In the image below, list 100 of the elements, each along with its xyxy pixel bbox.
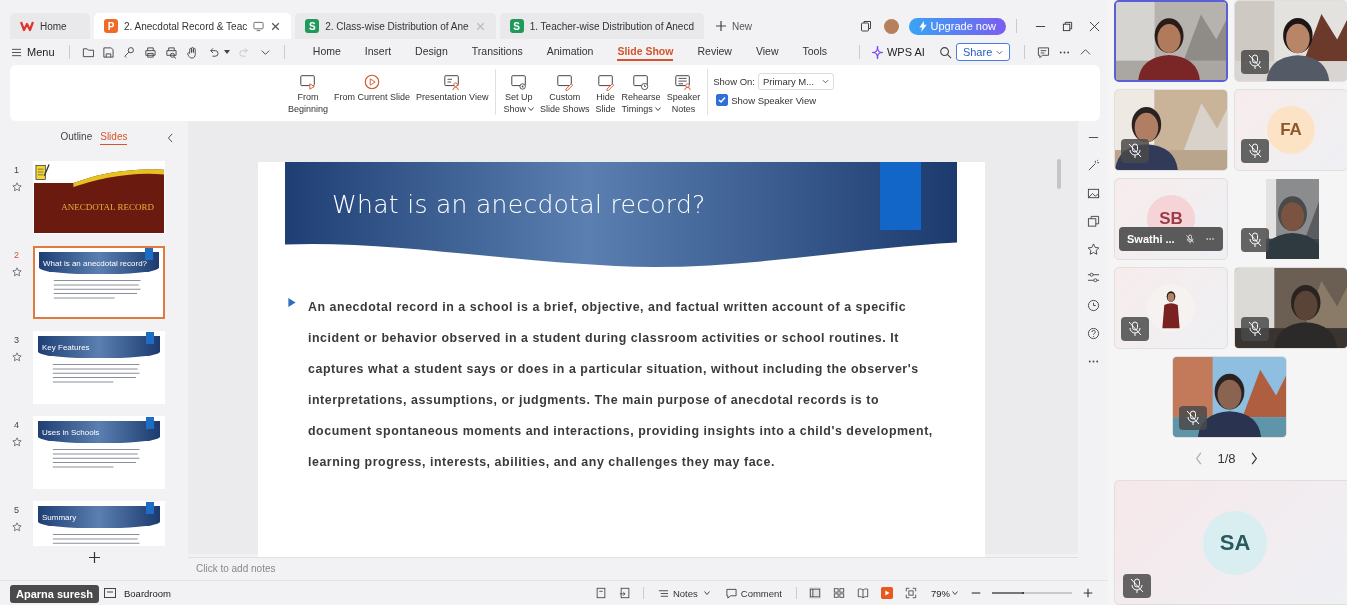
- slide-number: 4: [14, 420, 19, 430]
- file-type-icon: S: [509, 19, 524, 33]
- file-type-icon: S: [305, 19, 320, 33]
- slide-thumbnail[interactable]: Uses in Schools: [33, 416, 165, 489]
- star-icon[interactable]: [11, 352, 22, 362]
- star-icon[interactable]: [11, 522, 22, 532]
- slide-thumbnail[interactable]: What is an anecdotal record?: [33, 246, 165, 319]
- accent-bar: [145, 248, 153, 260]
- menu-button[interactable]: Menu: [12, 46, 55, 58]
- restore-icon[interactable]: [1062, 20, 1073, 32]
- slide-thumbnail[interactable]: Key Features: [33, 331, 165, 404]
- ribbon-button[interactable]: Custom Slide Shows: [538, 73, 592, 115]
- image-icon[interactable]: [1086, 187, 1100, 200]
- account-avatar[interactable]: [883, 18, 899, 34]
- show-on-label: Show On:: [713, 76, 755, 87]
- panel-tab[interactable]: Slides: [100, 131, 128, 145]
- notes-page-icon[interactable]: [594, 587, 607, 599]
- copy-icon[interactable]: [1086, 215, 1100, 228]
- ribbon-tab[interactable]: View: [755, 45, 779, 61]
- ribbon-tab[interactable]: Home: [312, 45, 341, 61]
- screen-pen-icon: [555, 73, 574, 91]
- play-circle-icon: [363, 73, 382, 91]
- document-tab[interactable]: S 2. Class-wise Distribution of Ane: [295, 13, 496, 39]
- magic-wand-icon[interactable]: [1086, 159, 1100, 172]
- add-slide-icon[interactable]: [88, 552, 100, 563]
- caret-icon: [822, 79, 830, 84]
- folder-icon[interactable]: [81, 45, 95, 59]
- presenter-name: Aparna suresh: [10, 585, 100, 603]
- ribbon-button[interactable]: Speaker Notes: [664, 73, 703, 115]
- print-preview-icon[interactable]: [165, 45, 179, 59]
- ribbon-button[interactable]: From Current Slide: [332, 73, 413, 104]
- comment-button[interactable]: Comment: [717, 587, 790, 599]
- grid-view-icon[interactable]: [833, 587, 845, 599]
- star-icon[interactable]: [11, 437, 22, 447]
- ribbon-button[interactable]: Hide Slide: [593, 73, 618, 115]
- document-tab[interactable]: S 1. Teacher-wise Distribution of Anecd: [499, 13, 704, 39]
- monitor-dropdown[interactable]: Primary M...: [757, 73, 835, 90]
- caret-icon: [996, 49, 1004, 55]
- close-icon[interactable]: [1089, 20, 1100, 32]
- scrollbar[interactable]: [1057, 159, 1061, 189]
- ribbon-tab[interactable]: Design: [415, 45, 448, 61]
- wps-ai-button[interactable]: WPS AI: [872, 45, 925, 59]
- share-button[interactable]: Share: [955, 43, 1011, 61]
- sparkle-icon: [872, 45, 883, 59]
- ribbon-button[interactable]: Presentation View: [414, 73, 491, 104]
- zoom-in-icon[interactable]: [1082, 587, 1094, 599]
- ribbon-button[interactable]: Set Up Show: [501, 73, 536, 115]
- normal-view-icon[interactable]: [809, 587, 821, 599]
- new-tab-button[interactable]: New: [716, 20, 752, 32]
- ribbon-tab[interactable]: Transitions: [471, 45, 523, 61]
- fit-window-icon[interactable]: [905, 587, 917, 599]
- help-icon[interactable]: [1086, 327, 1100, 340]
- tab-label: 2. Anecdotal Record & Teac: [124, 20, 248, 32]
- zoom-level[interactable]: 79%: [931, 587, 958, 599]
- close-icon[interactable]: [270, 20, 282, 32]
- ribbon-tab[interactable]: Slide Show: [617, 45, 674, 61]
- slide-thumbnail[interactable]: ANECDOTAL RECORD: [33, 161, 165, 234]
- ribbon-tab[interactable]: Review: [697, 45, 732, 61]
- upgrade-button[interactable]: Upgrade now: [908, 17, 1006, 35]
- thumbnail-title: ANECDOTAL RECORD: [61, 202, 154, 212]
- speaker-view-checkbox[interactable]: Show Speaker View: [716, 94, 835, 106]
- screen-clock-icon: [632, 73, 651, 91]
- ribbon-tab[interactable]: Insert: [364, 45, 392, 61]
- key-icon[interactable]: [123, 45, 137, 59]
- search-icon[interactable]: [938, 45, 952, 59]
- participant-tile[interactable]: FA: [1234, 89, 1347, 171]
- comment-icon: [725, 587, 737, 599]
- plus-icon: [716, 21, 726, 31]
- next-page-icon[interactable]: [1249, 451, 1258, 465]
- copy-window-icon[interactable]: [859, 20, 872, 32]
- ribbon-button[interactable]: From Beginning: [286, 73, 331, 115]
- theme-name: Boardroom: [124, 587, 171, 599]
- document-tab[interactable]: Home: [10, 13, 90, 39]
- menu-icon: [12, 47, 21, 57]
- fit-slide-icon[interactable]: [618, 587, 631, 599]
- ribbon-button[interactable]: Rehearse Timings: [619, 73, 663, 115]
- collapse-panel-icon[interactable]: [167, 133, 174, 143]
- save-icon[interactable]: [102, 45, 116, 59]
- participant-tile[interactable]: SB Swathi ...: [1114, 178, 1228, 260]
- history-icon[interactable]: [1086, 299, 1100, 312]
- ribbon-tab[interactable]: Tools: [802, 45, 827, 61]
- comment-icon[interactable]: [1037, 45, 1051, 59]
- participant-tile[interactable]: SA: [1114, 480, 1347, 605]
- play-button[interactable]: [881, 587, 893, 599]
- star-icon[interactable]: [11, 267, 22, 277]
- slide-number: 1: [14, 165, 19, 175]
- slide-title: What is an anecdotal record?: [332, 189, 706, 219]
- star-icon[interactable]: [11, 182, 22, 192]
- sliders-icon[interactable]: [1086, 271, 1100, 284]
- file-type-icon: P: [104, 19, 118, 33]
- panel-tab[interactable]: Outline: [60, 131, 93, 145]
- monitor-icon[interactable]: [253, 20, 265, 32]
- reading-view-icon[interactable]: [857, 587, 869, 599]
- slide-thumbnail[interactable]: Summary: [33, 501, 165, 546]
- ribbon-tab[interactable]: Animation: [546, 45, 594, 61]
- print-icon[interactable]: [144, 45, 158, 59]
- caret-icon[interactable]: [224, 50, 230, 54]
- notes-button[interactable]: Notes: [649, 587, 718, 599]
- star-icon[interactable]: [1086, 243, 1100, 256]
- document-tab[interactable]: P 2. Anecdotal Record & Teac: [94, 13, 292, 39]
